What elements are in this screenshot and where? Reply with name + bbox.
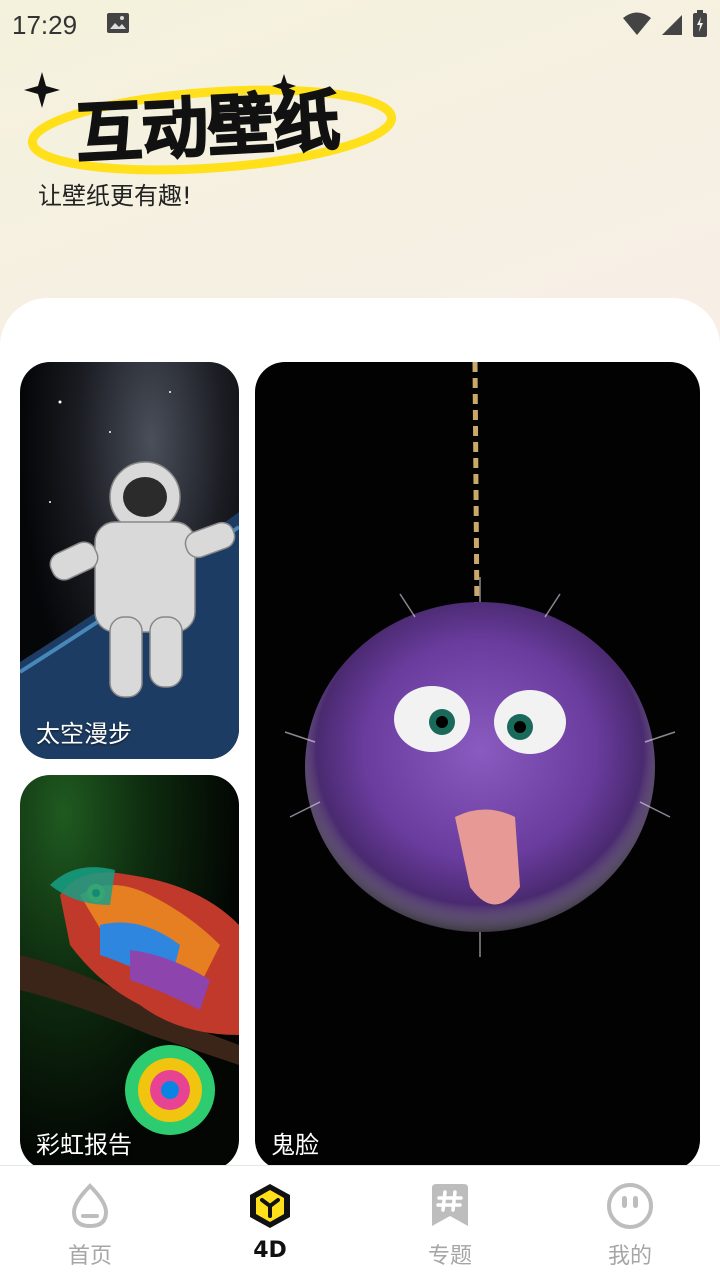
- nav-label: 我的: [607, 1244, 652, 1269]
- bottom-nav: 首页 4D 专题 我的: [0, 1165, 720, 1281]
- chameleon-image: [20, 867, 239, 1135]
- wallpaper-card-funny-face[interactable]: 鬼脸: [255, 362, 700, 1170]
- wallpaper-card-rainbow-report[interactable]: 彩虹报告: [20, 775, 239, 1170]
- app-logo: 互动壁纸: [24, 72, 397, 175]
- status-time: 17:29: [12, 10, 78, 40]
- nav-item-mine[interactable]: 我的: [540, 1166, 720, 1281]
- cell-signal-icon: [662, 15, 682, 35]
- card-label: 彩虹报告: [36, 1131, 132, 1159]
- furball-image: [284, 362, 676, 957]
- nav-label: 专题: [427, 1244, 472, 1269]
- card-label: 鬼脸: [271, 1131, 319, 1159]
- nav-label: 4D: [253, 1238, 287, 1263]
- hero-subtitle: 让壁纸更有趣!: [38, 182, 192, 210]
- wifi-icon: [623, 12, 651, 35]
- nav-item-topics[interactable]: 专题: [360, 1166, 540, 1281]
- nav-item-4d[interactable]: 4D: [180, 1166, 360, 1281]
- card-label: 太空漫步: [36, 720, 132, 748]
- battery-icon: [693, 10, 707, 37]
- hashtag-bookmark-icon: [432, 1184, 468, 1226]
- home-drop-icon: [71, 1183, 109, 1229]
- wallpaper-card-space-walk[interactable]: 太空漫步: [20, 362, 239, 759]
- gallery-notification-icon: [107, 13, 129, 33]
- astronaut-image: [20, 391, 239, 759]
- status-bar: 17:29: [0, 0, 720, 48]
- logo-text: 互动壁纸: [74, 82, 342, 173]
- nav-label: 首页: [67, 1244, 112, 1269]
- face-smile-icon: [607, 1183, 653, 1229]
- nav-item-home[interactable]: 首页: [0, 1166, 180, 1281]
- cube-4d-icon: [250, 1184, 290, 1228]
